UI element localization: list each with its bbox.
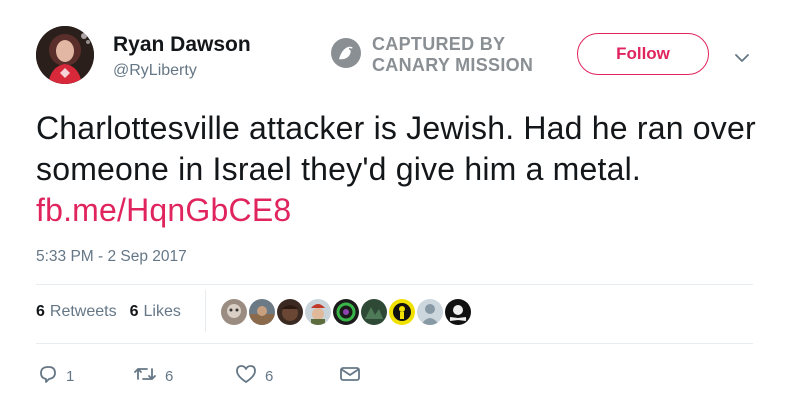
liker-avatar[interactable] bbox=[247, 297, 277, 327]
liker-avatar[interactable] bbox=[303, 297, 333, 327]
retweet-icon bbox=[133, 365, 157, 387]
reply-count: 1 bbox=[66, 367, 75, 385]
avatar[interactable] bbox=[36, 26, 94, 84]
tweet-text: Charlottesville attacker is Jewish. Had … bbox=[36, 108, 756, 231]
likes-count: 6 bbox=[129, 303, 139, 320]
divider bbox=[36, 284, 753, 285]
canary-logo-icon bbox=[330, 37, 362, 74]
tweet-body: Charlottesville attacker is Jewish. Had … bbox=[36, 110, 756, 187]
stats-separator bbox=[205, 290, 206, 332]
retweets-count: 6 bbox=[36, 303, 45, 320]
divider bbox=[36, 343, 753, 344]
liker-avatar-default[interactable] bbox=[415, 297, 445, 327]
watermark-line-1: CAPTURED BY bbox=[372, 34, 506, 54]
like-icon bbox=[235, 364, 257, 388]
liker-avatar[interactable] bbox=[219, 297, 249, 327]
reply-button[interactable]: 1 bbox=[38, 364, 133, 388]
user-handle[interactable]: @RyLiberty bbox=[113, 62, 197, 80]
reply-icon bbox=[38, 364, 58, 388]
tweet-timestamp[interactable]: 5:33 PM - 2 Sep 2017 bbox=[36, 248, 187, 266]
tweet-link[interactable]: fb.me/HqnGbCE8 bbox=[36, 192, 291, 228]
liker-avatar[interactable] bbox=[359, 297, 389, 327]
tweet-actions: 1 6 6 bbox=[38, 364, 361, 388]
watermark: CAPTURED BY CANARY MISSION bbox=[330, 34, 533, 76]
like-button[interactable]: 6 bbox=[235, 364, 339, 388]
liker-avatar[interactable] bbox=[275, 297, 305, 327]
follow-button[interactable]: Follow bbox=[577, 33, 709, 75]
chevron-down-icon[interactable] bbox=[735, 50, 749, 68]
retweets-stat[interactable]: 6 Retweets bbox=[36, 303, 117, 321]
watermark-line-2: CANARY MISSION bbox=[372, 55, 534, 75]
retweet-count: 6 bbox=[165, 367, 174, 385]
liker-avatar[interactable] bbox=[331, 297, 361, 327]
retweet-button[interactable]: 6 bbox=[133, 365, 235, 387]
like-count: 6 bbox=[265, 367, 274, 385]
liker-avatar[interactable] bbox=[443, 297, 473, 327]
tweet-stats: 6 Retweets 6 Likes bbox=[36, 303, 194, 321]
direct-message-button[interactable] bbox=[339, 366, 361, 386]
direct-message-icon bbox=[339, 366, 361, 386]
likes-stat[interactable]: 6 Likes bbox=[130, 303, 181, 321]
likes-label: Likes bbox=[143, 303, 181, 320]
liker-avatar[interactable] bbox=[387, 297, 417, 327]
liker-avatars bbox=[219, 297, 473, 327]
user-display-name[interactable]: Ryan Dawson bbox=[113, 33, 251, 57]
retweets-label: Retweets bbox=[49, 303, 117, 320]
